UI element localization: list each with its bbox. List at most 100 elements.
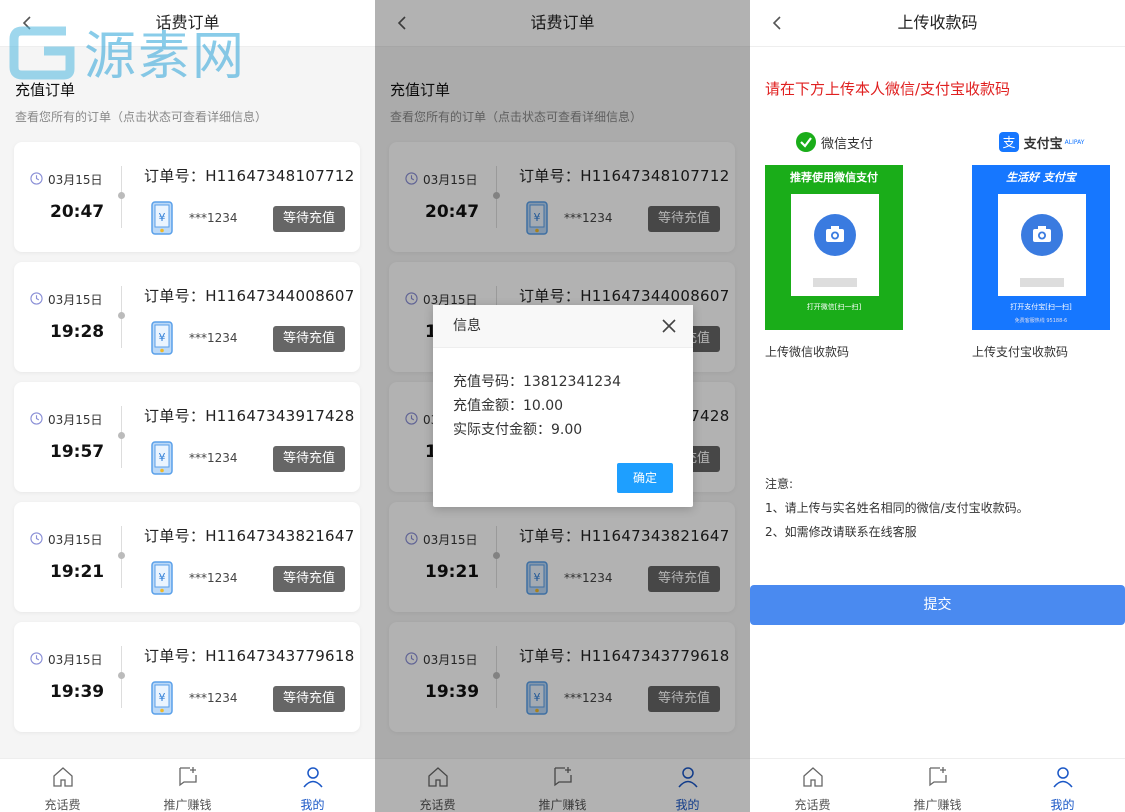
confirm-button[interactable]: 确定 bbox=[617, 463, 673, 493]
order-number: 订单号：H11647348107712 bbox=[144, 167, 355, 185]
info-dialog: 信息 充值号码：13812341234 充值金额：10.00 实际支付金额：9.… bbox=[433, 305, 693, 507]
order-card[interactable]: 03月15日 19:57 订单号：H11647343917428 ¥ ***1234 等待… bbox=[14, 382, 360, 492]
watermark-logo: 源素网 bbox=[8, 14, 246, 89]
order-time: 19:57 bbox=[50, 442, 105, 462]
timeline-dot bbox=[118, 192, 125, 199]
close-icon[interactable] bbox=[661, 318, 677, 334]
alipay-foot: 打开支付宝[扫一扫] bbox=[1010, 303, 1072, 311]
order-date: 03月15日 bbox=[30, 651, 103, 668]
order-status-button[interactable]: 等待充值 bbox=[273, 566, 345, 592]
order-card[interactable]: 03月15日 19:21 订单号：H11647343821647 ¥ ***1234 等待… bbox=[14, 502, 360, 612]
submit-button[interactable]: 提交 bbox=[750, 585, 1125, 625]
alipay-upload-label: 上传支付宝收款码 bbox=[972, 345, 1069, 359]
wechat-banner: 推荐使用微信支付 bbox=[790, 171, 878, 184]
tab-share[interactable]: 推广赚钱 bbox=[125, 759, 250, 812]
note-2: 2、如需修改请联系在线客服 bbox=[765, 525, 917, 539]
order-list: 03月15日 20:47 订单号：H11647348107712 ¥ ***1234 等待… bbox=[14, 142, 360, 742]
wechat-foot: 打开微信[扫一扫] bbox=[806, 303, 862, 311]
tab-label: 推广赚钱 bbox=[913, 798, 962, 812]
wechat-upload[interactable]: 微信支付 推荐使用微信支付 打开微信[扫一扫] 上传微信收款码 bbox=[765, 119, 903, 360]
order-number: 订单号：H11647343779618 bbox=[144, 647, 355, 665]
phone-recharge-icon: ¥ bbox=[151, 681, 173, 715]
tab-home[interactable]: 充话费 bbox=[0, 759, 125, 812]
order-phone: ***1234 bbox=[189, 691, 238, 705]
clock-icon bbox=[30, 651, 48, 668]
notes-title: 注意: bbox=[765, 477, 794, 491]
timeline-dot bbox=[118, 552, 125, 559]
camera-icon bbox=[1021, 214, 1063, 256]
user-icon bbox=[301, 765, 325, 796]
order-phone: ***1234 bbox=[189, 211, 238, 225]
section-subheading: 查看您所有的订单（点击状态可查看详细信息） bbox=[15, 110, 268, 124]
order-date: 03月15日 bbox=[30, 291, 103, 308]
order-date: 03月15日 bbox=[30, 171, 103, 188]
wechat-qr-card[interactable]: 推荐使用微信支付 打开微信[扫一扫] bbox=[765, 165, 903, 330]
back-button[interactable] bbox=[766, 0, 790, 46]
alipay-icon: 支 bbox=[998, 132, 1019, 152]
home-icon bbox=[801, 765, 825, 796]
timeline-dot bbox=[118, 432, 125, 439]
order-date: 03月15日 bbox=[30, 411, 103, 428]
alipay-banner: 生活好 支付宝 bbox=[1006, 171, 1076, 184]
clock-icon bbox=[30, 291, 48, 308]
phone-recharge-icon: ¥ bbox=[151, 201, 173, 235]
phone-recharge-icon: ¥ bbox=[151, 441, 173, 475]
tab-user[interactable]: 我的 bbox=[250, 759, 375, 812]
share-icon bbox=[176, 765, 200, 796]
wechat-brand-label: 微信支付 bbox=[820, 136, 873, 152]
order-card[interactable]: 03月15日 19:39 订单号：H11647343779618 ¥ ***1234 等待… bbox=[14, 622, 360, 732]
user-icon bbox=[1051, 765, 1075, 796]
order-time: 19:21 bbox=[50, 562, 105, 582]
order-status-button[interactable]: 等待充值 bbox=[273, 446, 345, 472]
camera-button[interactable] bbox=[814, 214, 856, 256]
order-card[interactable]: 03月15日 20:47 订单号：H11647348107712 ¥ ***1234 等待… bbox=[14, 142, 360, 252]
notes: 注意: 1、请上传与实名姓名相同的微信/支付宝收款码。 2、如需修改请联系在线客… bbox=[765, 472, 1029, 544]
nav-bar: 上传收款码 bbox=[750, 0, 1125, 47]
upload-qr-screen: 上传收款码 请在下方上传本人微信/支付宝收款码 微信支付 推荐使用微信支付 打开… bbox=[750, 0, 1125, 812]
svg-text:支: 支 bbox=[1002, 136, 1015, 151]
clock-icon bbox=[30, 411, 48, 428]
order-time: 20:47 bbox=[50, 202, 105, 222]
dialog-pay-amount: 实际支付金额：9.00 bbox=[453, 422, 583, 438]
dialog-recharge-number: 充值号码：13812341234 bbox=[453, 374, 621, 390]
tab-home[interactable]: 充话费 bbox=[750, 759, 875, 812]
chevron-left-icon bbox=[772, 16, 781, 30]
tab-label: 我的 bbox=[1050, 798, 1075, 812]
order-time: 19:39 bbox=[50, 682, 105, 702]
dialog-header: 信息 bbox=[433, 305, 693, 348]
svg-text:¥: ¥ bbox=[159, 571, 166, 584]
order-number: 订单号：H11647343917428 bbox=[144, 407, 355, 425]
camera-button[interactable] bbox=[1021, 214, 1063, 256]
tab-share[interactable]: 推广赚钱 bbox=[875, 759, 1000, 812]
svg-text:¥: ¥ bbox=[159, 691, 166, 704]
order-number: 订单号：H11647343821647 bbox=[144, 527, 355, 545]
order-time: 19:28 bbox=[50, 322, 105, 342]
alipay-brand-sub: ALIPAY bbox=[1064, 138, 1085, 146]
alipay-brand: 支 支付宝 ALIPAY bbox=[972, 119, 1110, 165]
order-status-button[interactable]: 等待充值 bbox=[273, 326, 345, 352]
order-date: 03月15日 bbox=[30, 531, 103, 548]
alipay-qr-slot bbox=[998, 194, 1086, 296]
note-1: 1、请上传与实名姓名相同的微信/支付宝收款码。 bbox=[765, 501, 1029, 515]
home-icon bbox=[51, 765, 75, 796]
order-card[interactable]: 03月15日 19:28 订单号：H11647344008607 ¥ ***1234 等待… bbox=[14, 262, 360, 372]
clock-icon bbox=[30, 171, 48, 188]
tab-label: 我的 bbox=[300, 798, 325, 812]
tab-user[interactable]: 我的 bbox=[1000, 759, 1125, 812]
alipay-upload[interactable]: 支 支付宝 ALIPAY 生活好 支付宝 打开支付宝[扫一扫] 免费客服热线 9… bbox=[972, 119, 1110, 360]
upload-tip: 请在下方上传本人微信/支付宝收款码 bbox=[765, 80, 1011, 98]
order-status-button[interactable]: 等待充值 bbox=[273, 686, 345, 712]
alipay-foot-hotline: 免费客服热线 95188-6 bbox=[1014, 318, 1068, 324]
svg-text:¥: ¥ bbox=[159, 451, 166, 464]
alipay-qr-card[interactable]: 生活好 支付宝 打开支付宝[扫一扫] 免费客服热线 95188-6 bbox=[972, 165, 1110, 330]
order-phone: ***1234 bbox=[189, 571, 238, 585]
share-icon bbox=[926, 765, 950, 796]
tab-bar: 充话费 推广赚钱 我的 bbox=[0, 758, 375, 812]
svg-text:¥: ¥ bbox=[159, 211, 166, 224]
clock-icon bbox=[30, 531, 48, 548]
alipay-brand-label: 支付宝 bbox=[1023, 136, 1063, 152]
orders-screen: 话费订单 充值订单 查看您所有的订单（点击状态可查看详细信息） 03月15日 20… bbox=[0, 0, 375, 812]
order-phone: ***1234 bbox=[189, 331, 238, 345]
dialog-recharge-amount: 充值金额：10.00 bbox=[453, 398, 564, 414]
order-status-button[interactable]: 等待充值 bbox=[273, 206, 345, 232]
